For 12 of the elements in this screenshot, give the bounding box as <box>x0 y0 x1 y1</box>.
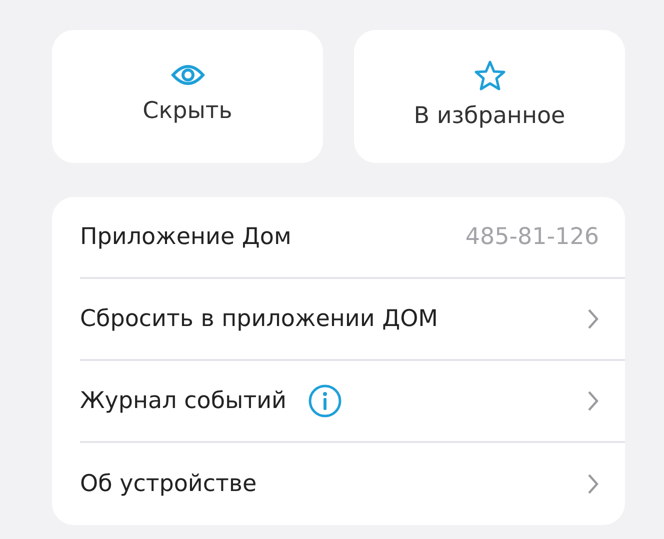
chevron-icon <box>587 473 599 496</box>
favorite-button[interactable]: В избранное <box>354 30 625 163</box>
chevron-icon <box>587 390 599 412</box>
info-icon[interactable] <box>308 384 342 418</box>
menu-row: Приложение Дом 485-81-126 <box>80 197 625 279</box>
menu-row[interactable]: Журнал событий <box>80 361 625 443</box>
chevron-icon <box>587 308 599 330</box>
menu-row[interactable]: Об устройстве <box>80 443 625 525</box>
star-icon <box>474 60 506 91</box>
eye-icon <box>170 64 204 86</box>
menu-row[interactable]: Сбросить в приложении ДОМ <box>80 279 625 361</box>
hide-button[interactable]: Скрыть <box>52 30 323 163</box>
